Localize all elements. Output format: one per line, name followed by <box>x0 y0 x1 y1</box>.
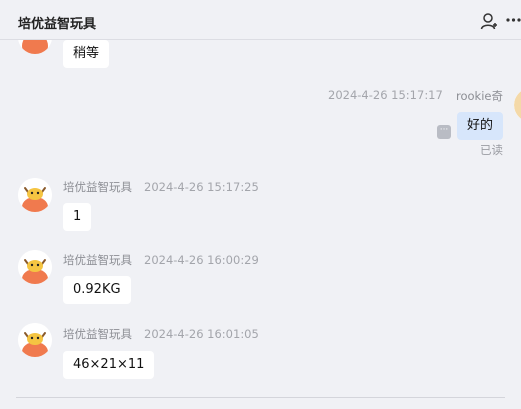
message-bubble[interactable]: 稍等 <box>63 40 110 68</box>
chat-title: 培优益智玩具 <box>18 17 97 32</box>
message-sender: rookie奇 <box>456 89 503 103</box>
message-time: 2024-4-26 15:17:17 <box>328 88 443 102</box>
message-sender: 培优益智玩具 <box>63 327 132 341</box>
message-meta: 培优益智玩具 2024-4-26 15:17:25 <box>63 179 259 195</box>
message-meta: 2024-4-26 15:17:17 <box>328 88 443 102</box>
message-bubble[interactable]: 好的 <box>457 112 504 140</box>
input-divider <box>16 397 505 398</box>
message-time: 2024-4-26 16:01:05 <box>144 327 259 341</box>
message-list[interactable]: 稍等 2024-4-26 15:17:17 rookie奇 ··· 好的 已读 … <box>0 40 521 409</box>
message-time: 2024-4-26 15:17:25 <box>144 180 259 194</box>
message-more-icon[interactable]: ··· <box>437 125 451 139</box>
read-status: 已读 <box>480 143 503 157</box>
shop-avatar[interactable] <box>18 250 52 284</box>
add-contact-icon[interactable] <box>480 12 498 30</box>
message-bubble[interactable]: 1 <box>63 203 92 231</box>
message-bubble[interactable]: 0.92KG <box>63 276 131 304</box>
message-sender: 培优益智玩具 <box>63 253 132 267</box>
shop-avatar[interactable] <box>18 323 52 357</box>
chat-header: 培优益智玩具 <box>0 0 521 40</box>
my-avatar[interactable] <box>514 88 521 122</box>
message-sender: 培优益智玩具 <box>63 180 132 194</box>
message-bubble[interactable]: 46×21×11 <box>63 351 155 379</box>
message-meta: 培优益智玩具 2024-4-26 16:01:05 <box>63 326 259 342</box>
shop-avatar[interactable] <box>18 178 52 212</box>
more-icon[interactable] <box>506 18 521 22</box>
shop-avatar[interactable] <box>18 40 52 54</box>
message-meta: 培优益智玩具 2024-4-26 16:00:29 <box>63 252 259 268</box>
message-time: 2024-4-26 16:00:29 <box>144 253 259 267</box>
